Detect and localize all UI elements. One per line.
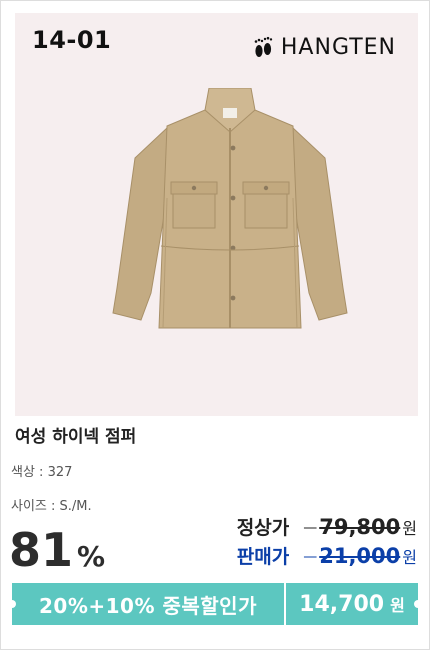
banner-notch-right xyxy=(414,600,422,608)
color-info: 색상 : 327 xyxy=(11,465,73,480)
regular-price-currency: 원 xyxy=(402,519,417,538)
size-info: 사이즈 : S./M. xyxy=(11,499,92,514)
regular-price-amount: 79,800 xyxy=(303,515,400,539)
discount-number: 81 xyxy=(9,523,74,577)
brand-wordmark: HANGTEN xyxy=(280,35,396,60)
sale-price-row: 판매가 21,000 원 xyxy=(237,542,417,569)
product-code: 14-01 xyxy=(32,26,112,54)
discount-percent-sign: % xyxy=(77,540,106,573)
footprint-logo-icon xyxy=(254,36,273,57)
promo-final-price: 14,700 xyxy=(299,591,385,617)
product-image[interactable]: 14-01 HANGTEN xyxy=(15,13,418,416)
sale-price-label: 판매가 xyxy=(236,546,290,568)
promo-banner[interactable]: 20%+10% 중복할인가 14,700 원 xyxy=(12,583,418,625)
sale-price-currency: 원 xyxy=(402,548,417,567)
regular-price-row: 정상가 79,800 원 xyxy=(237,513,417,540)
discount-rate: 81% xyxy=(9,525,105,586)
promo-text: 20%+10% 중복할인가 xyxy=(39,593,257,618)
regular-price-label: 정상가 xyxy=(236,517,290,539)
product-card[interactable]: 14-01 HANGTEN 여성 하이넥 점퍼 색상: 327 사이즈: S… xyxy=(0,0,430,650)
jacket-illustration xyxy=(112,88,348,329)
promo-price: 14,700 원 xyxy=(286,583,418,625)
banner-notch-left xyxy=(8,600,16,608)
sale-price-amount: 21,000 xyxy=(303,544,400,568)
promo-currency: 원 xyxy=(390,596,405,615)
product-name[interactable]: 여성 하이넥 점퍼 xyxy=(15,422,136,447)
brand-logo: HANGTEN xyxy=(251,35,396,61)
